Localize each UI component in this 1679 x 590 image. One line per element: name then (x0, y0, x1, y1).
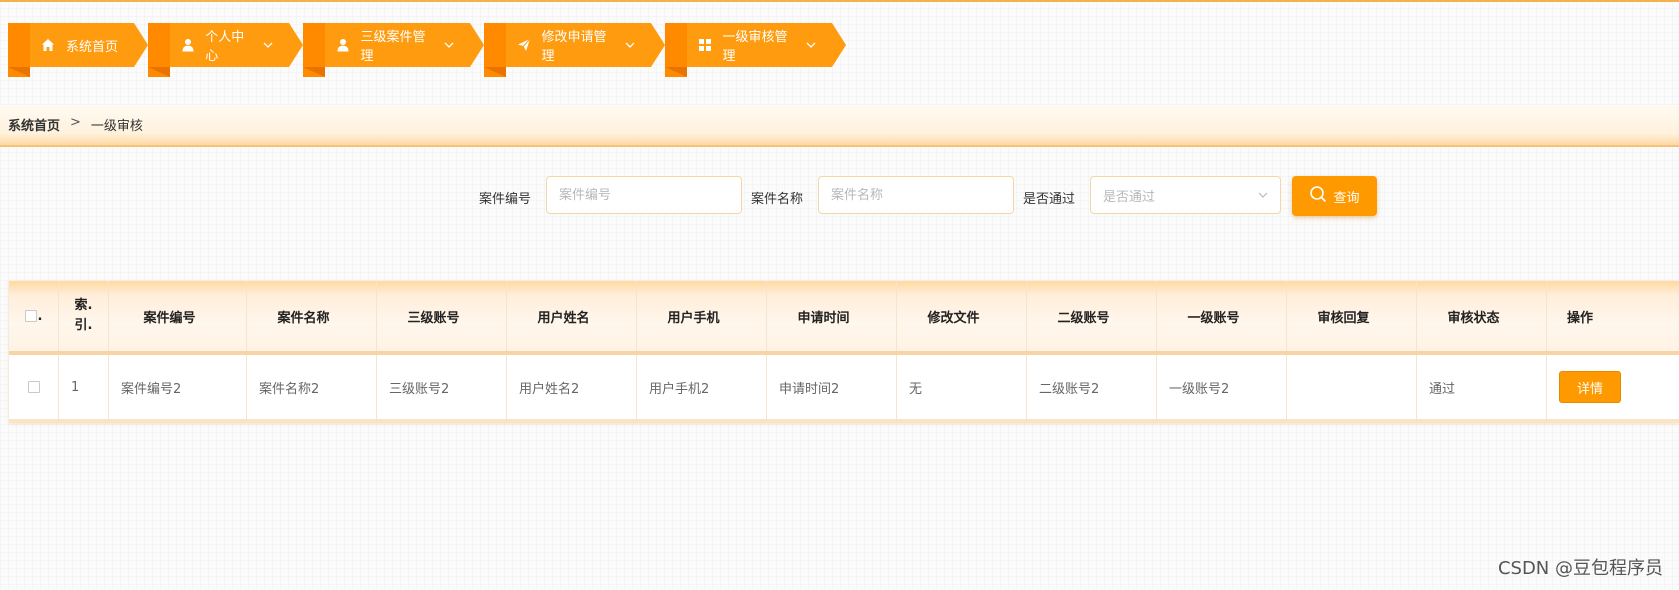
chevron-down-icon (625, 40, 635, 51)
cell-review-reply (1287, 355, 1417, 419)
select-all-checkbox[interactable] (24, 310, 37, 322)
case-name-input[interactable] (818, 176, 1014, 214)
case-no-label: 案件编号 (479, 192, 532, 207)
header-select-all: . (9, 281, 59, 351)
breadcrumb: 系统首页 > 一级审核 (8, 115, 143, 134)
row-select (9, 355, 59, 419)
passed-select[interactable]: 是否通过 (1090, 176, 1281, 214)
header-level3-account: 三级账号 (377, 281, 507, 351)
case-name-label: 案件名称 (751, 192, 804, 207)
search-icon (1309, 185, 1327, 207)
breadcrumb-current: 一级审核 (90, 119, 143, 134)
user-icon (335, 37, 350, 53)
chevron-down-icon (263, 40, 273, 51)
nav-item-personal-center[interactable]: 个人中心 (148, 23, 303, 77)
send-icon (516, 37, 531, 53)
breadcrumb-home[interactable]: 系统首页 (8, 115, 60, 134)
cell-modify-file: 无 (897, 355, 1027, 419)
nav-item-modify-request-management[interactable]: 修改申请管理 (484, 23, 665, 77)
header-case-no: 案件编号 (109, 281, 247, 351)
breadcrumb-bar: 系统首页 > 一级审核 (0, 105, 1679, 147)
cell-case-no: 案件编号2 (109, 355, 247, 419)
cell-actions: 详情 (1547, 355, 1679, 419)
passed-select-placeholder: 是否通过 (1103, 189, 1156, 205)
chevron-down-icon (1258, 189, 1268, 199)
nav-item-level3-case-management[interactable]: 三级案件管理 (303, 23, 484, 77)
header-index: 索.引. (59, 281, 109, 351)
header-actions: 操作 (1567, 310, 1594, 326)
header-level2-account: 二级账号 (1027, 281, 1157, 351)
header-level1-account: 一级账号 (1157, 281, 1287, 351)
nav-label: 三级案件管理 (360, 30, 426, 64)
cell-review-status: 通过 (1417, 355, 1547, 419)
header-case-name: 案件名称 (247, 281, 377, 351)
header-review-status: 审核状态 (1417, 281, 1547, 351)
table-header: . 索.引. 案件编号 案件名称 三级账号 用户姓名 用户手机 申请时间 修改文… (9, 281, 1679, 355)
top-accent-line (0, 0, 1679, 2)
user-icon (180, 37, 195, 53)
query-button[interactable]: 查询 (1292, 176, 1377, 216)
cell-level1-account: 一级账号2 (1157, 355, 1287, 419)
nav-label: 系统首页 (66, 39, 119, 55)
home-icon (40, 37, 56, 53)
header-apply-time: 申请时间 (767, 281, 897, 351)
header-user-name: 用户姓名 (507, 281, 637, 351)
cell-level3-account: 三级账号2 (377, 355, 507, 419)
row-index: 1 (59, 355, 109, 419)
cell-user-phone: 用户手机2 (637, 355, 767, 419)
header-user-phone: 用户手机 (637, 281, 767, 351)
chevron-down-icon (806, 40, 816, 51)
nav-label: 修改申请管理 (541, 30, 607, 64)
nav-label: 一级审核管理 (722, 30, 788, 64)
header-review-reply: 审核回复 (1287, 281, 1417, 351)
top-nav: 系统首页 个人中心 三级案件管理 修改申请管理 一级审核管理 (8, 23, 846, 77)
case-no-input[interactable] (546, 176, 742, 214)
cell-user-name: 用户姓名2 (507, 355, 637, 419)
grid-icon (697, 37, 712, 53)
header-modify-file: 修改文件 (897, 281, 1027, 351)
cell-apply-time: 申请时间2 (767, 355, 897, 419)
breadcrumb-separator: > (70, 115, 81, 130)
nav-item-level1-review-management[interactable]: 一级审核管理 (665, 23, 846, 77)
cell-level2-account: 二级账号2 (1027, 355, 1157, 419)
detail-button[interactable]: 详情 (1559, 371, 1621, 403)
row-checkbox[interactable] (27, 381, 40, 393)
query-button-label: 查询 (1333, 190, 1360, 206)
nav-item-home[interactable]: 系统首页 (8, 23, 148, 77)
chevron-down-icon (444, 40, 454, 51)
watermark: CSDN @豆包程序员 (1497, 558, 1663, 579)
review-table: . 索.引. 案件编号 案件名称 三级账号 用户姓名 用户手机 申请时间 修改文… (9, 281, 1679, 423)
passed-label: 是否通过 (1023, 192, 1076, 207)
table-row: 1 案件编号2 案件名称2 三级账号2 用户姓名2 用户手机2 申请时间2 无 … (9, 355, 1679, 423)
nav-label: 个人中心 (205, 30, 245, 64)
cell-case-name: 案件名称2 (247, 355, 377, 419)
